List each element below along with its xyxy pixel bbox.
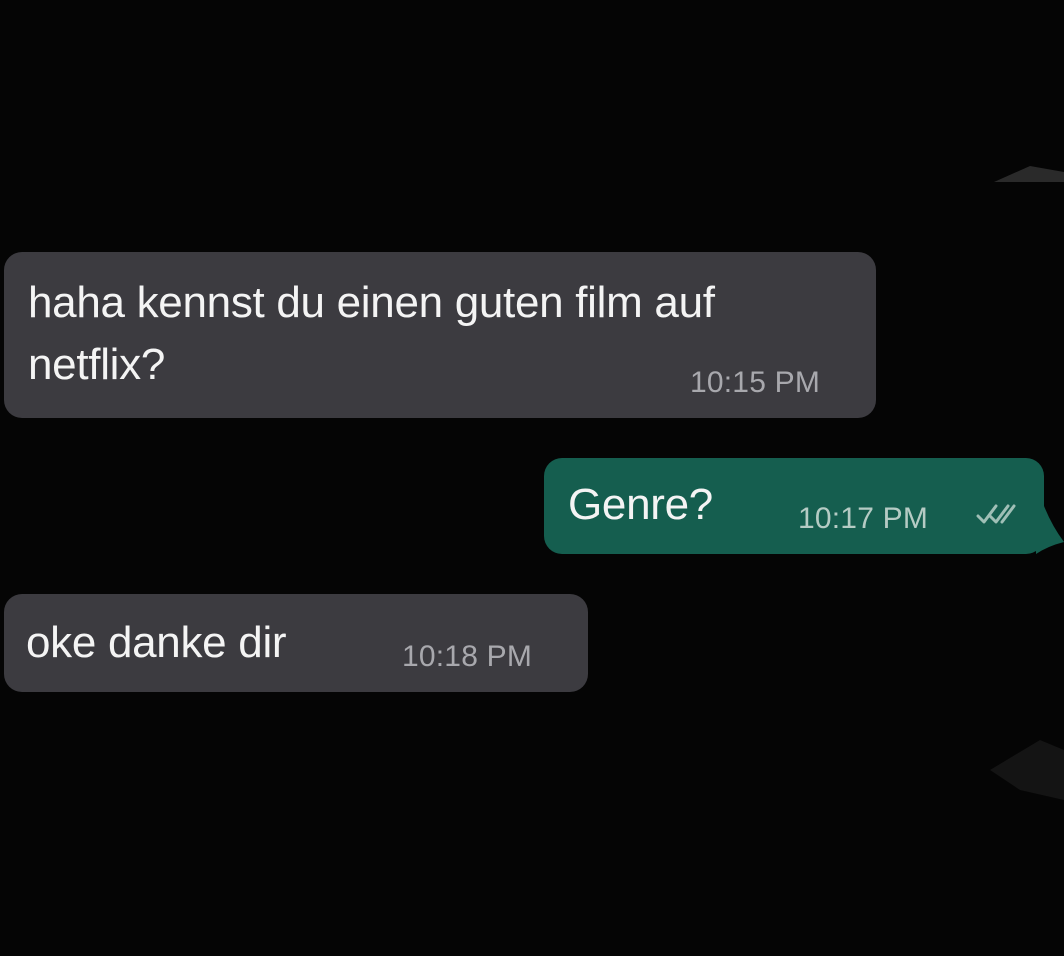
message-bubble-incoming[interactable]: oke danke dir 10:18 PM (4, 594, 588, 692)
message-text-line-1: haha kennst du einen guten film auf (28, 278, 715, 327)
message-timestamp: 10:17 PM (798, 502, 929, 535)
outgoing-bubble-tail (1036, 506, 1064, 554)
chat-screen: haha kennst du einen guten film auf netf… (0, 0, 1064, 956)
message-text-line-2: netflix? (28, 340, 166, 389)
message-bubble-incoming[interactable]: haha kennst du einen guten film auf netf… (4, 252, 876, 418)
message-timestamp: 10:15 PM (690, 366, 821, 399)
message-bubble-outgoing[interactable]: Genre? 10:17 PM (544, 458, 1044, 554)
message-text-line-1: Genre? (568, 480, 713, 529)
edge-artifact-bottom-right (990, 740, 1064, 800)
double-check-icon (976, 504, 1016, 524)
edge-artifact-top-right (994, 166, 1064, 182)
message-text-line-1: oke danke dir (26, 618, 287, 667)
message-timestamp: 10:18 PM (402, 640, 533, 673)
